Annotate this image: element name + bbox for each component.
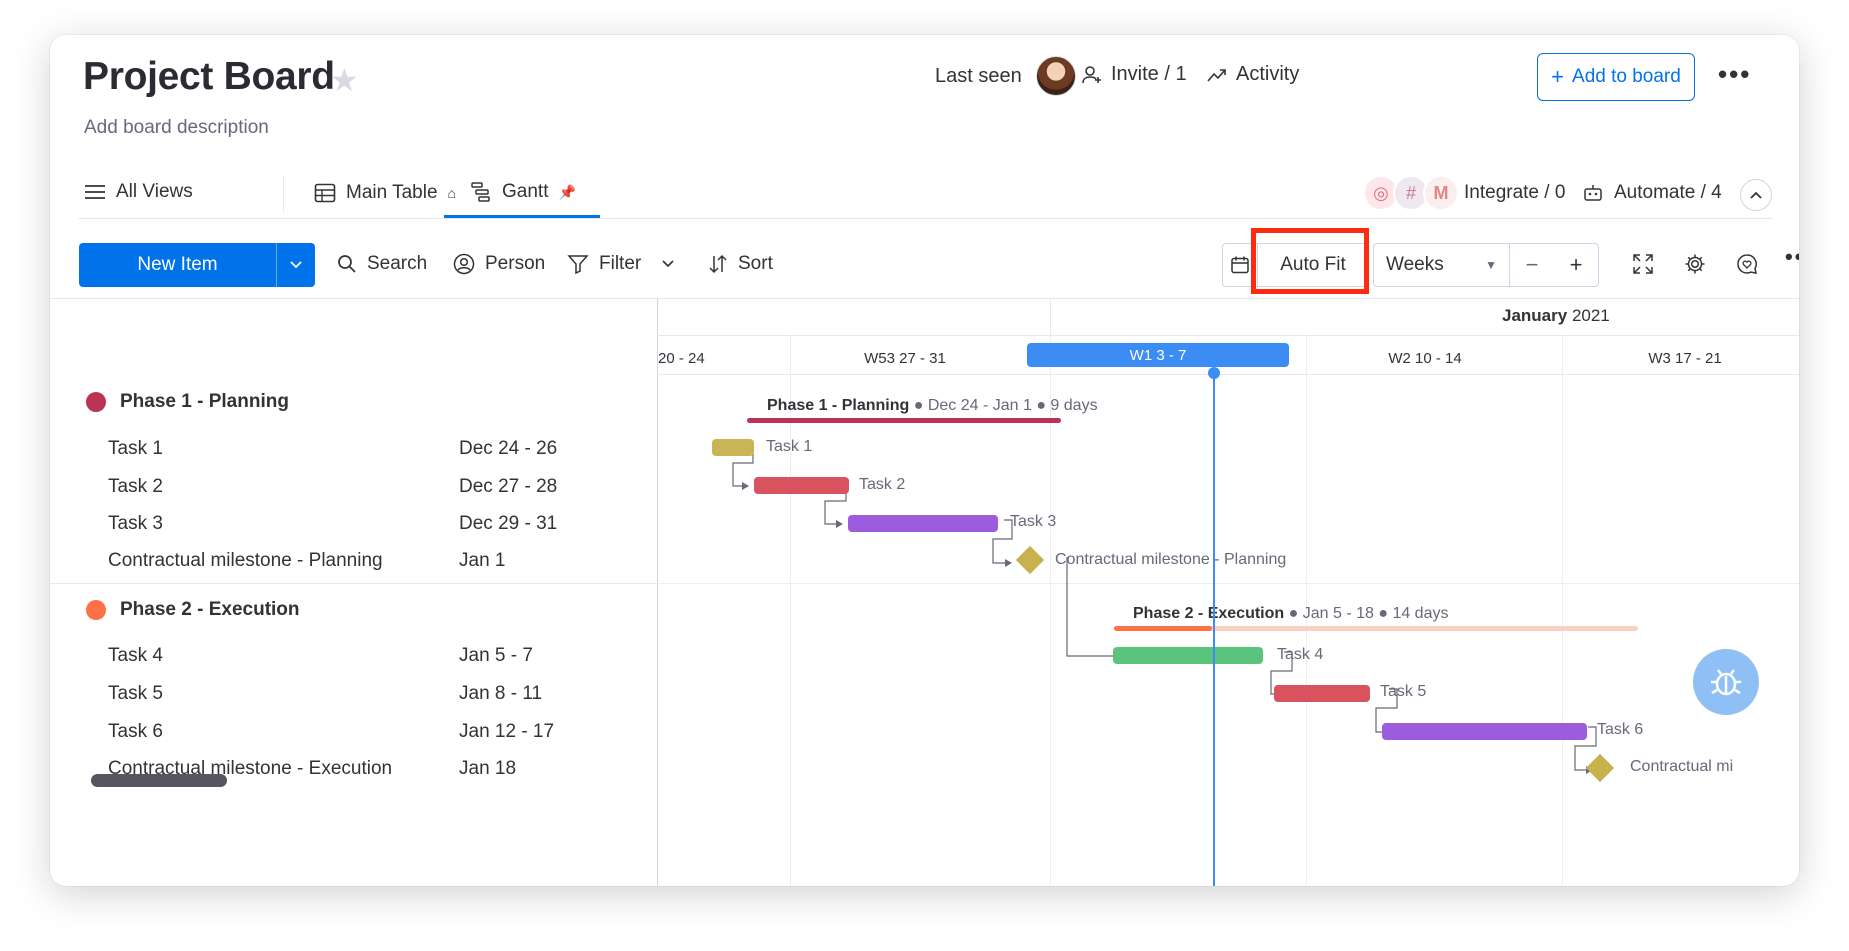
gantt-bar-label: Task 6 (1597, 721, 1644, 738)
bug-report-button[interactable] (1693, 649, 1759, 715)
gantt-bar[interactable] (848, 515, 998, 532)
gantt-bar[interactable] (1113, 647, 1263, 664)
gantt-bar[interactable] (1382, 723, 1587, 740)
group-summary-label: Phase 1 - Planning ● Dec 24 - Jan 1 ● 9 … (767, 397, 1098, 415)
bug-icon (1711, 669, 1741, 696)
gantt-bar-label: Task 3 (1010, 513, 1057, 530)
gantt-bar[interactable] (754, 477, 849, 494)
group-summary-bar[interactable] (747, 418, 1061, 423)
dependency-connectors (732, 443, 1597, 774)
gantt-milestone-label: Contractual mi (1630, 758, 1734, 775)
group-summary-name: Phase 1 - Planning (767, 397, 910, 414)
today-marker-line (1213, 373, 1215, 886)
today-marker-dot (1208, 367, 1220, 379)
gantt-bar-label: Task 1 (766, 438, 813, 455)
gantt-bar[interactable] (712, 439, 754, 456)
gantt-milestone-label: Contractual milestone - Planning (1055, 551, 1287, 568)
gantt-bar-label: Task 5 (1380, 683, 1427, 700)
group-summary-meta: ● Dec 24 - Jan 1 ● 9 days (909, 397, 1098, 414)
group-summary-name: Phase 2 - Execution (1133, 605, 1285, 622)
group-summary-progress (1114, 626, 1212, 631)
board-window: Project Board ★ Add board description La… (50, 35, 1799, 886)
gantt-bar[interactable] (1274, 685, 1370, 702)
gantt-bar-label: Task 4 (1277, 646, 1324, 663)
group-summary-label: Phase 2 - Execution ● Jan 5 - 18 ● 14 da… (1133, 605, 1448, 623)
group-summary-meta: ● Jan 5 - 18 ● 14 days (1284, 605, 1449, 622)
gantt-bar-label: Task 2 (859, 476, 906, 493)
